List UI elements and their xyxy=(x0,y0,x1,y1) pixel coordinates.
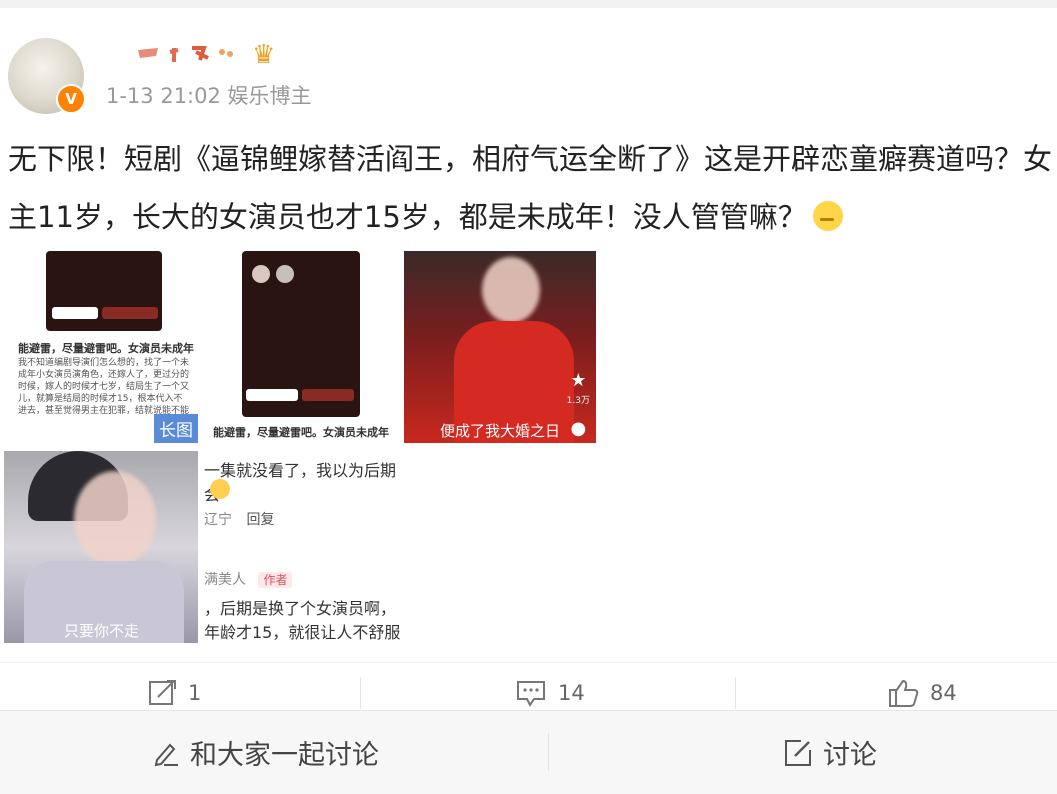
comment-icon xyxy=(517,681,545,707)
image3-caption: 便成了我大婚之日 xyxy=(439,422,560,440)
repost-count: 1 xyxy=(188,681,202,705)
blurred-face xyxy=(74,471,156,567)
discuss-together-input[interactable]: 和大家一起讨论 xyxy=(152,711,379,794)
divider xyxy=(360,677,361,709)
screenshot-button xyxy=(302,389,354,401)
edit-icon xyxy=(785,739,811,766)
post-text: 无下限！短剧《逼锦鲤嫁替活阎王，相府气运全断了》这是开辟恋童癖赛道吗？女主11岁… xyxy=(8,130,1057,246)
pencil-icon xyxy=(154,743,178,766)
divider xyxy=(735,677,736,709)
discuss-together-label: 和大家一起讨论 xyxy=(190,740,379,771)
discuss-label: 讨论 xyxy=(823,740,877,771)
screenshot-button xyxy=(246,389,298,401)
image-thumb-2[interactable]: 能避雷，尽量避雷吧。女演员未成年 xyxy=(206,251,396,443)
likes-count: 1.3万 xyxy=(566,396,590,406)
screenshot-avatar xyxy=(252,265,270,283)
repost-icon xyxy=(149,680,176,705)
image1-body: 我不知道编剧导演们怎么想的，找了一个未成年小女演员演角色，还嫁人了，更过分的时候… xyxy=(18,358,190,416)
like-count: 84 xyxy=(930,681,957,705)
long-image-tag: 长图 xyxy=(154,414,198,443)
screenshot-phone xyxy=(46,251,162,331)
username-logo[interactable] xyxy=(134,42,244,68)
reply-user: 辽宁 xyxy=(204,512,232,528)
reply-row: 辽宁 回复 xyxy=(204,509,274,529)
crown-icon: ♛ xyxy=(252,40,276,70)
image-thumb-1[interactable]: 能避雷，尽量避雷吧。女演员未成年 我不知道编剧导演们怎么想的，找了一个未成年小女… xyxy=(8,251,198,443)
screenshot-button xyxy=(102,307,158,319)
thumbs-up-icon xyxy=(889,679,919,707)
image4-caption: 只要你不走 xyxy=(64,622,140,640)
author-row: 满美人 作者 xyxy=(204,569,293,589)
comment-line-3: 年龄才15，就很让人不舒服 xyxy=(204,623,401,642)
author-name: 满美人 xyxy=(204,572,246,588)
reply-link[interactable]: 回复 xyxy=(246,512,274,528)
post-category: 娱乐博主 xyxy=(227,84,312,108)
author-tag: 作者 xyxy=(258,572,293,588)
screenshot-avatar xyxy=(276,265,294,283)
post-text-body: 无下限！短剧《逼锦鲤嫁替活阎王，相府气运全断了》这是开辟恋童癖赛道吗？女主11岁… xyxy=(8,142,1053,234)
blurred-face xyxy=(482,257,540,323)
discuss-button[interactable]: 讨论 xyxy=(783,711,877,794)
divider xyxy=(548,733,549,771)
crying-emoji-icon xyxy=(210,479,230,499)
image-thumb-3[interactable]: ★ 1.3万 ● 144 便成了我大婚之日 xyxy=(404,251,596,443)
post-time: 1-13 21:02 xyxy=(106,84,221,108)
image-thumb-4[interactable]: 只要你不走 xyxy=(4,451,198,643)
comment-line-2: ，后期是换了个女演员啊， xyxy=(204,599,397,618)
comment-count: 14 xyxy=(558,681,585,705)
image1-heading: 能避雷，尽量避雷吧。女演员未成年 xyxy=(18,342,194,355)
image2-caption: 能避雷，尽量避雷吧。女演员未成年 xyxy=(213,426,389,439)
screenshot-button xyxy=(52,307,98,319)
verified-badge-icon: V xyxy=(56,84,86,114)
post-meta: 1-13 21:02 娱乐博主 xyxy=(106,80,312,110)
comment-line-1: 一集就没看了，我以为后期会 xyxy=(204,461,397,504)
star-icon[interactable]: ★ xyxy=(567,371,590,391)
top-strip xyxy=(0,0,1057,8)
thinking-emoji-icon xyxy=(812,201,843,231)
bottom-bar: 和大家一起讨论 讨论 xyxy=(0,710,1057,794)
image-thumb-5[interactable]: 一集就没看了，我以为后期会 辽宁 回复 满美人 作者 ，后期是换了个女演员啊， … xyxy=(204,451,404,643)
